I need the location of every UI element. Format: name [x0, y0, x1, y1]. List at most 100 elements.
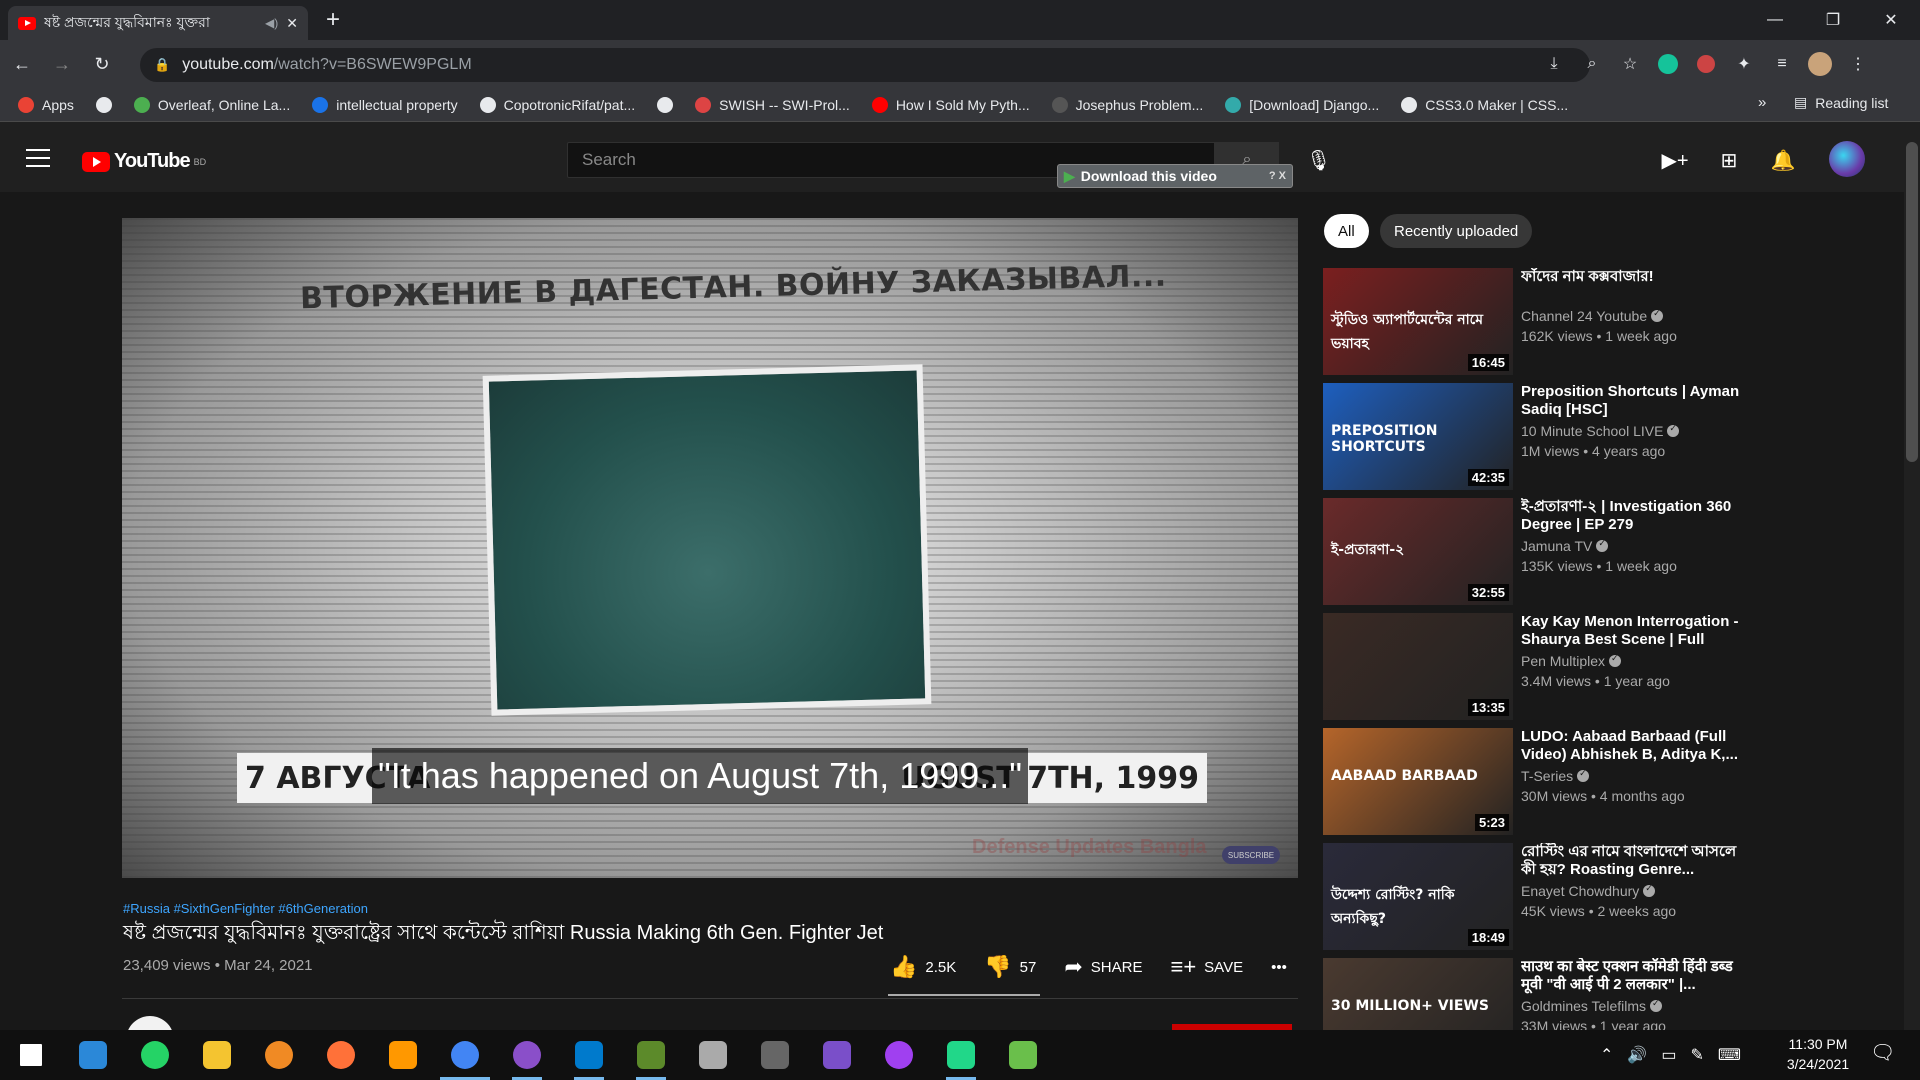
recommendation-title[interactable]: ই-প্রতারণা-২ | Investigation 360 Degree … [1521, 498, 1753, 534]
taskbar-inkscape-button[interactable] [682, 1030, 744, 1080]
taskbar-messenger-button[interactable] [868, 1030, 930, 1080]
back-icon[interactable]: ← [4, 46, 40, 82]
new-tab-button[interactable]: + [326, 6, 340, 34]
like-button[interactable]: 👍 2.5K [890, 954, 956, 980]
recommendation-channel[interactable]: Jamuna TV [1521, 538, 1609, 554]
bookmark-item[interactable]: SWISH -- SWI-Prol... [695, 96, 850, 113]
star-icon[interactable]: ☆ [1616, 50, 1644, 78]
recommendation-title[interactable]: साउथ का बेस्ट एक्शन कॉमेडी हिंदी डब्ड मू… [1521, 958, 1753, 994]
video-thumbnail[interactable]: স্টুডিও অ্যাপার্টমেন্টের নামে ভয়াবহ 16:4… [1323, 268, 1513, 375]
recommendation-channel[interactable]: Enayet Chowdhury [1521, 883, 1656, 899]
volume-icon[interactable]: 🔊 [1627, 1045, 1647, 1065]
chip-recently-uploaded[interactable]: Recently uploaded [1380, 214, 1533, 248]
recommendation-channel[interactable]: Channel 24 Youtube [1521, 308, 1664, 324]
recommendation-channel[interactable]: Goldmines Telefilms [1521, 998, 1663, 1014]
taskbar-brave-button[interactable] [248, 1030, 310, 1080]
profile-icon[interactable] [1806, 50, 1834, 78]
taskbar-firefox-button[interactable] [310, 1030, 372, 1080]
recommendation-title[interactable]: ফাঁদের নাম কক্সবাজার! [1521, 268, 1753, 286]
bookmark-item[interactable]: [Download] Django... [1225, 96, 1379, 113]
video-thumbnail[interactable]: ই-প্রতারণা-২ 32:55 [1323, 498, 1513, 605]
recommendation-title[interactable]: রোস্টিং এর নামে বাংলাদেশে আসলে কী হয়? R… [1521, 843, 1753, 879]
microphone-icon[interactable]: 🎙 [1306, 148, 1331, 173]
create-video-icon[interactable]: ▶+ [1661, 148, 1688, 172]
bookmark-item[interactable]: Josephus Problem... [1051, 96, 1203, 113]
recommendation-channel[interactable]: T-Series [1521, 768, 1590, 784]
taskbar-clock[interactable]: 11:30 PM 3/24/2021 [1768, 1034, 1868, 1074]
taskbar-visual-studio-button[interactable] [806, 1030, 868, 1080]
taskbar-anaconda-button[interactable] [744, 1030, 806, 1080]
more-actions-button[interactable]: ••• [1271, 959, 1287, 976]
recommendation-title[interactable]: LUDO: Aabaad Barbaad (Full Video) Abhish… [1521, 728, 1753, 764]
forward-icon[interactable]: → [44, 46, 80, 82]
taskbar-whatsapp-button[interactable] [124, 1030, 186, 1080]
notification-center-icon[interactable]: 🗨 [1870, 1040, 1895, 1065]
recommendation-item[interactable]: উদ্দেশ্য রোস্টিং? নাকি অন্যকিছু? 18:49 রোস… [1323, 843, 1753, 951]
scrollbar-thumb[interactable] [1906, 142, 1918, 462]
share-button[interactable]: ➦ SHARE [1064, 954, 1142, 980]
bookmark-item[interactable] [95, 96, 112, 113]
install-icon[interactable]: ⤓ [1540, 50, 1568, 78]
bookmark-item[interactable]: CopotronicRifat/pat... [479, 96, 635, 113]
recommendation-title[interactable]: Kay Kay Menon Interrogation - Shaurya Be… [1521, 613, 1753, 651]
taskbar-sublime-button[interactable] [372, 1030, 434, 1080]
recommendation-item[interactable]: 13:35 Kay Kay Menon Interrogation - Shaur… [1323, 613, 1753, 721]
bookmark-item[interactable]: intellectual property [312, 96, 458, 113]
recommendation-title[interactable]: Preposition Shortcuts | Ayman Sadiq [HSC… [1521, 383, 1753, 419]
taskbar-notepad-button[interactable] [992, 1030, 1054, 1080]
bookmarks-more-button[interactable]: » [1758, 94, 1766, 111]
chip-all[interactable]: All [1324, 214, 1369, 248]
save-button[interactable]: ≡+ SAVE [1170, 954, 1243, 980]
recommendation-item[interactable]: স্টুডিও অ্যাপার্টমেন্টের নামে ভয়াবহ 16:4… [1323, 268, 1753, 376]
bookmark-item[interactable]: Apps [18, 96, 74, 113]
video-thumbnail[interactable]: PREPOSITION SHORTCUTS 42:35 [1323, 383, 1513, 490]
recommendation-item[interactable]: ই-প্রতারণা-২ 32:55 ই-প্রতারণা-২ | Investig… [1323, 498, 1753, 606]
recommendation-channel[interactable]: 10 Minute School LIVE [1521, 423, 1680, 439]
dislike-button[interactable]: 👎 57 [984, 954, 1036, 980]
video-thumbnail[interactable]: AABAAD BARBAAD 5:23 [1323, 728, 1513, 835]
pen-icon[interactable]: ✎ [1690, 1045, 1703, 1065]
puzzle-icon[interactable]: ✦ [1730, 50, 1758, 78]
youtube-logo[interactable]: YouTube BD [82, 150, 206, 173]
media-icon[interactable]: ≡ [1768, 50, 1796, 78]
taskbar-pycharm-button[interactable] [930, 1030, 992, 1080]
maximize-button[interactable]: ❐ [1804, 0, 1862, 40]
recommendation-channel[interactable]: Pen Multiplex [1521, 653, 1622, 669]
kebab-menu-icon[interactable]: ⋮ [1844, 50, 1872, 78]
bookmark-item[interactable]: Overleaf, Online La... [133, 96, 290, 113]
hamburger-menu-icon[interactable] [26, 149, 50, 167]
video-hashtags[interactable]: #Russia #SixthGenFighter #6thGeneration [123, 901, 368, 916]
reload-icon[interactable]: ↻ [84, 46, 120, 82]
taskbar-gimp-button[interactable] [620, 1030, 682, 1080]
video-player[interactable]: ВТОРЖЕНИЕ В ДАГЕСТАН. ВОЙНУ ЗАКАЗЫВАЛ...… [122, 218, 1298, 878]
extension-icon[interactable] [1692, 50, 1720, 78]
video-thumbnail[interactable]: উদ্দেশ্য রোস্টিং? নাকি অন্যকিছু? 18:49 [1323, 843, 1513, 950]
notifications-bell-icon[interactable]: 🔔 [1770, 148, 1796, 172]
download-video-button[interactable]: ▶ Download this video ? X [1057, 164, 1293, 188]
taskbar-vscode-button[interactable] [558, 1030, 620, 1080]
video-thumbnail[interactable]: 13:35 [1323, 613, 1513, 720]
browser-tab[interactable]: ষষ্ট প্রজন্মের যুদ্ধবিমানঃ যুক্তরা ◀) ✕ [8, 6, 308, 40]
network-icon[interactable]: ▭ [1661, 1045, 1676, 1065]
recommendation-item[interactable]: AABAAD BARBAAD 5:23 LUDO: Aabaad Barbaad (… [1323, 728, 1753, 836]
bookmark-item[interactable]: CSS3.0 Maker | CSS... [1401, 96, 1568, 113]
taskbar-file-explorer-button[interactable] [186, 1030, 248, 1080]
taskbar-search-button[interactable] [62, 1030, 124, 1080]
tray-chevron-icon[interactable]: ⌃ [1600, 1045, 1613, 1065]
taskbar-chrome-button[interactable] [434, 1030, 496, 1080]
taskbar-windows-button[interactable] [0, 1030, 62, 1080]
bookmark-item[interactable] [657, 96, 674, 113]
apps-grid-icon[interactable]: ⊞ [1716, 148, 1742, 172]
minimize-button[interactable]: — [1746, 0, 1804, 40]
zoom-icon[interactable]: ⌕ [1578, 50, 1606, 78]
tab-audio-icon[interactable]: ◀) [265, 16, 278, 30]
taskbar-github-button[interactable] [496, 1030, 558, 1080]
bookmark-item[interactable]: How I Sold My Pyth... [871, 96, 1030, 113]
address-bar[interactable]: 🔒 youtube.com/watch?v=B6SWEW9PGLM [140, 48, 1590, 82]
recommendation-item[interactable]: PREPOSITION SHORTCUTS 42:35 Preposition Sh… [1323, 383, 1753, 491]
reading-list[interactable]: ▤ Reading list [1794, 94, 1888, 111]
keyboard-icon[interactable]: ⌨ [1718, 1045, 1741, 1065]
grammarly-icon[interactable] [1654, 50, 1682, 78]
account-avatar[interactable] [1829, 141, 1865, 177]
download-video-controls[interactable]: ? X [1269, 170, 1286, 182]
